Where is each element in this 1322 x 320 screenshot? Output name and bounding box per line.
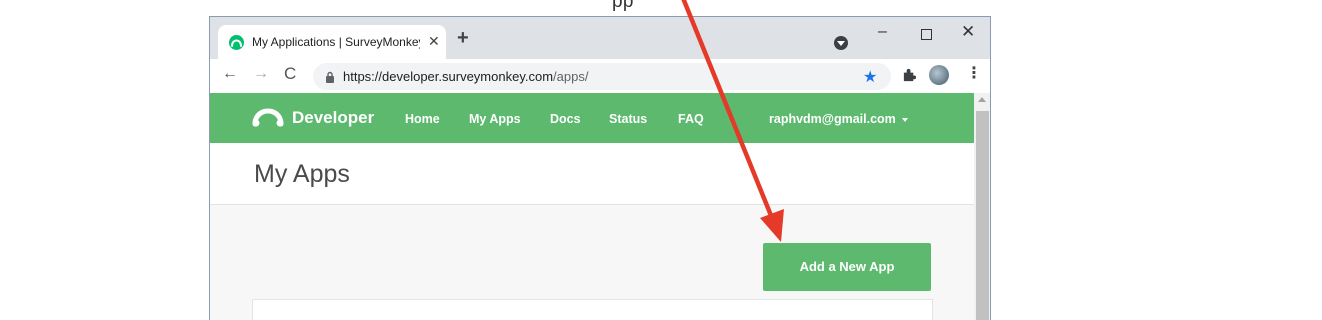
browser-toolbar: ← → C https://developer.surveymonkey.com… (210, 59, 990, 93)
nav-faq[interactable]: FAQ (678, 112, 704, 126)
scroll-up-arrow-icon[interactable] (978, 97, 986, 102)
surveymonkey-logo-icon[interactable] (252, 107, 284, 132)
caret-down-icon (901, 117, 908, 122)
browser-window: My Applications | SurveyMonkey ✕ + – ✕ ←… (209, 16, 991, 320)
url-path: /apps/ (553, 69, 589, 84)
page-title: My Apps (254, 160, 350, 188)
user-email: raphvdm@gmail.com (769, 112, 896, 126)
user-account-menu[interactable]: raphvdm@gmail.com (769, 112, 908, 126)
window-close-icon[interactable]: ✕ (961, 22, 975, 42)
tab-title: My Applications | SurveyMonkey (252, 35, 420, 49)
forward-icon[interactable]: → (253, 65, 269, 83)
nav-home[interactable]: Home (405, 112, 440, 126)
browser-titlebar: My Applications | SurveyMonkey ✕ + – ✕ (210, 17, 990, 59)
browser-tab[interactable]: My Applications | SurveyMonkey ✕ (218, 25, 446, 59)
page-scrollbar[interactable] (974, 93, 990, 320)
back-icon[interactable]: ← (222, 65, 238, 83)
profile-menu-icon[interactable] (834, 36, 848, 50)
page-viewport: Developer Home My Apps Docs Status FAQ r… (210, 93, 974, 320)
brand-name[interactable]: Developer (292, 108, 374, 128)
url-host: https://developer.surveymonkey.com (343, 69, 554, 84)
extensions-puzzle-icon[interactable] (902, 67, 917, 87)
url-text: https://developer.surveymonkey.com/apps/ (343, 69, 588, 84)
new-tab-icon[interactable]: + (457, 28, 469, 48)
nav-docs[interactable]: Docs (550, 112, 581, 126)
scrollbar-thumb[interactable] (976, 111, 989, 320)
lock-icon (325, 70, 335, 88)
reload-icon[interactable]: C (284, 64, 296, 84)
page-text-fragment: pp (612, 0, 634, 12)
nav-my-apps[interactable]: My Apps (469, 112, 521, 126)
tab-close-icon[interactable]: ✕ (428, 33, 440, 49)
surveymonkey-favicon-icon (229, 35, 244, 50)
nav-status[interactable]: Status (609, 112, 647, 126)
maximize-icon[interactable] (921, 29, 932, 40)
minimize-icon[interactable]: – (878, 23, 887, 41)
profile-avatar[interactable] (929, 65, 949, 85)
browser-menu-icon[interactable]: ⋮ (966, 63, 982, 83)
site-navbar: Developer Home My Apps Docs Status FAQ r… (210, 93, 974, 143)
address-bar[interactable]: https://developer.surveymonkey.com/apps/… (313, 63, 891, 90)
page-header: My Apps (210, 143, 974, 205)
apps-list-panel (252, 299, 933, 320)
add-new-app-button[interactable]: Add a New App (763, 243, 931, 291)
bookmark-star-icon[interactable]: ★ (863, 67, 877, 87)
